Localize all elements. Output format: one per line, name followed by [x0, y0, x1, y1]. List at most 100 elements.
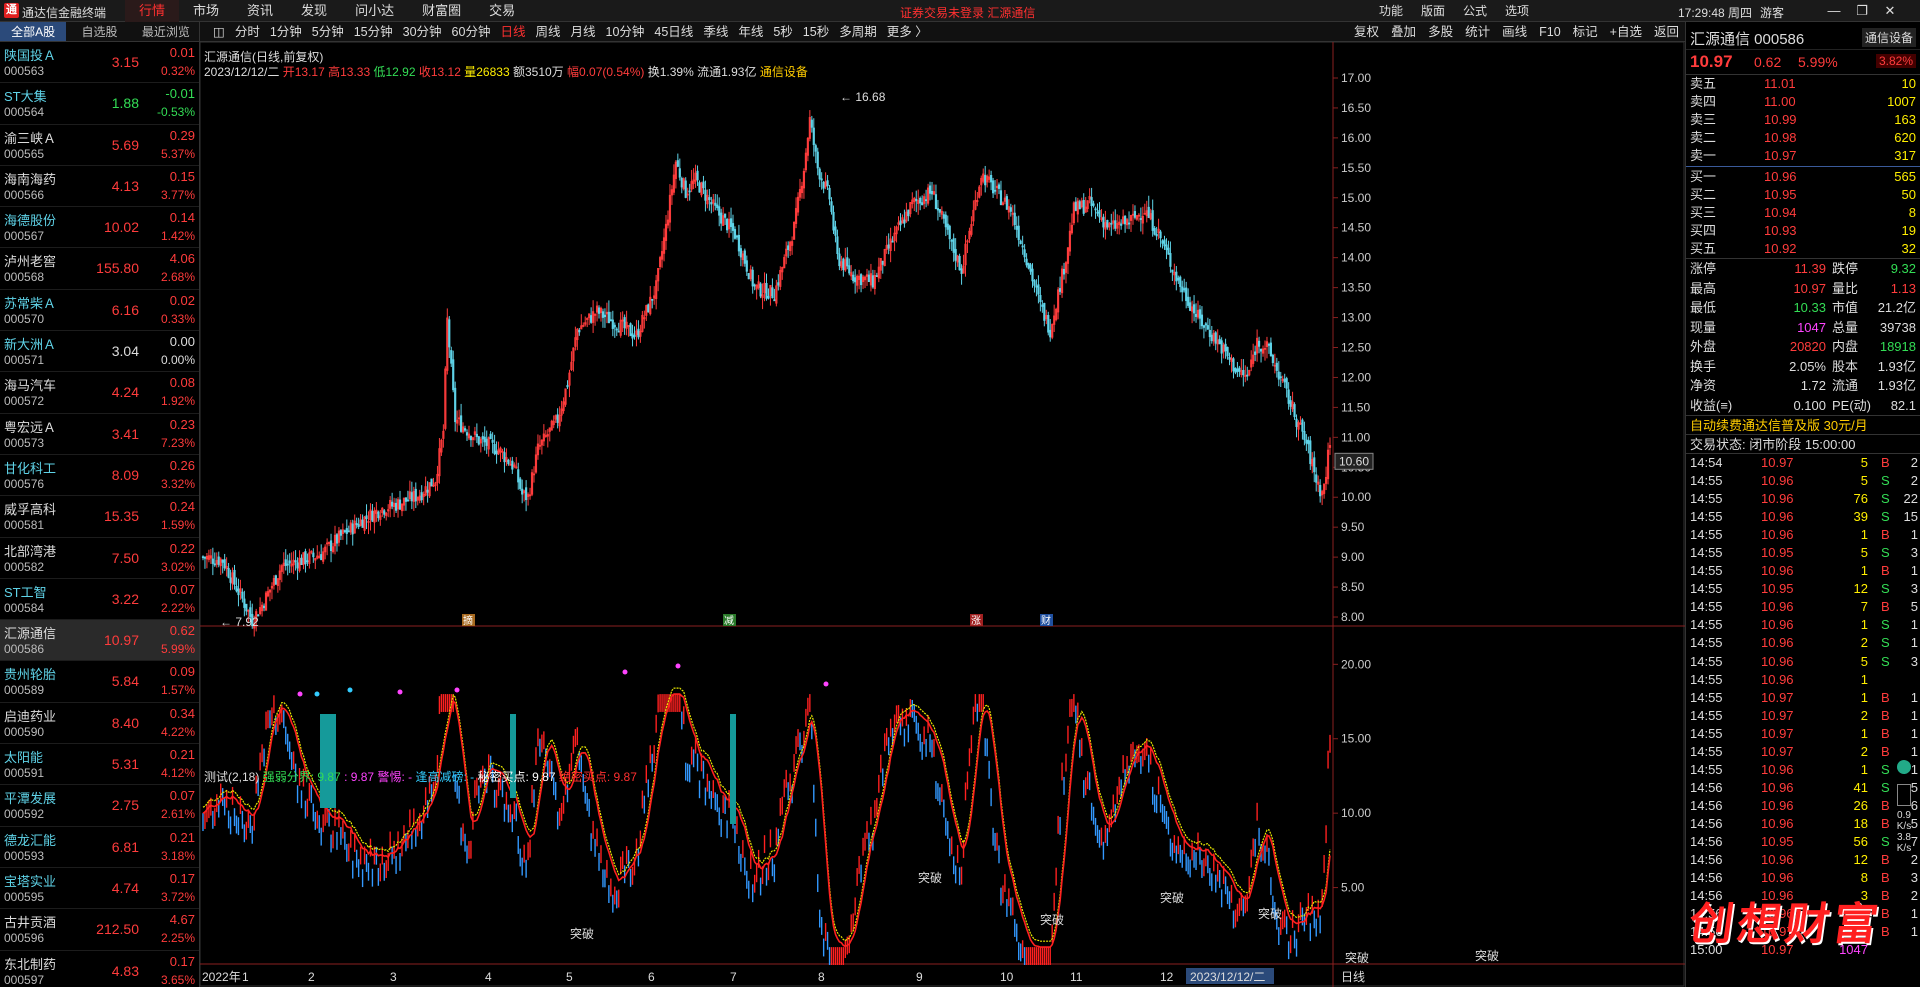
- period-tab[interactable]: 30分钟: [398, 22, 447, 42]
- chart-tool[interactable]: F10: [1533, 22, 1567, 42]
- menu-item[interactable]: 发现: [287, 0, 341, 22]
- window-controls: — ❐ ✕: [1820, 0, 1904, 22]
- trade-count: 3: [1910, 870, 1918, 886]
- stock-row[interactable]: 北部湾港 000582 7.50 0.22 3.02%: [0, 538, 199, 579]
- menu-item[interactable]: 问小达: [341, 0, 408, 22]
- orderbook-row[interactable]: 卖二 10.98 620: [1686, 129, 1920, 147]
- period-tab[interactable]: 月线: [565, 22, 600, 42]
- right-menu-item[interactable]: 功能: [1370, 0, 1412, 22]
- period-tab[interactable]: 1分钟: [265, 22, 307, 42]
- right-menu-item[interactable]: 选项: [1496, 0, 1538, 22]
- period-tab[interactable]: 分时: [230, 22, 265, 42]
- stock-row[interactable]: 威孚高科 000581 15.35 0.24 1.59%: [0, 496, 199, 538]
- orderbook-row[interactable]: 买五 10.92 32: [1686, 240, 1920, 258]
- period-tab[interactable]: 更多 〉: [882, 22, 933, 42]
- orderbook-row[interactable]: 卖五 11.01 10: [1686, 75, 1920, 93]
- orderbook-row[interactable]: 买三 10.94 8: [1686, 204, 1920, 222]
- quote-sector[interactable]: 通信设备: [1861, 28, 1916, 47]
- period-tab[interactable]: 5秒: [768, 22, 797, 42]
- orderbook-price: 11.01: [1764, 76, 1796, 91]
- orderbook-row[interactable]: 买一 10.96 565: [1686, 168, 1920, 186]
- stock-row[interactable]: ST工智 000584 3.22 0.07 2.22%: [0, 579, 199, 621]
- period-tab[interactable]: 10分钟: [601, 22, 650, 42]
- stat-value: 11.39: [1794, 261, 1826, 276]
- period-tab[interactable]: 15秒: [798, 22, 834, 42]
- chart-tool[interactable]: 复权: [1348, 22, 1385, 42]
- trade-price: 10.97: [1761, 707, 1794, 723]
- chart-tool[interactable]: +自选: [1604, 22, 1648, 42]
- stock-row[interactable]: 海马汽车 000572 4.24 0.08 1.92%: [0, 372, 199, 414]
- refresh-icon[interactable]: [1897, 760, 1911, 774]
- period-tab[interactable]: 日线: [495, 22, 530, 42]
- orderbook-row[interactable]: 卖一 10.97 317: [1686, 147, 1920, 165]
- kline-chart[interactable]: 17.00 16.50 16.00 15.50 15.00 14.50 14.00 13.50…: [200, 42, 1685, 987]
- app-logo-icon: 通: [4, 3, 19, 18]
- period-tab[interactable]: 45日线: [649, 22, 698, 42]
- right-menu-item[interactable]: 版面: [1412, 0, 1454, 22]
- stock-row[interactable]: ST大集 000564 1.88 -0.01 -0.53%: [0, 83, 199, 125]
- stock-row[interactable]: 泸州老窖 000568 155.80 4.06 2.68%: [0, 248, 199, 290]
- stock-row[interactable]: 古井贡酒 000596 212.50 4.67 2.25%: [0, 909, 199, 951]
- stock-row[interactable]: 平潭发展 000592 2.75 0.07 2.61%: [0, 785, 199, 827]
- chart-tool[interactable]: 统计: [1459, 22, 1496, 42]
- menu-item[interactable]: 财富圈: [408, 0, 475, 22]
- orderbook-row[interactable]: 买四 10.93 19: [1686, 222, 1920, 240]
- orderbook-row[interactable]: 卖三 10.99 163: [1686, 111, 1920, 129]
- menu-item[interactable]: 资讯: [233, 0, 287, 22]
- menu-item[interactable]: 市场: [179, 0, 233, 22]
- period-tab[interactable]: 多周期: [834, 22, 882, 42]
- stock-row[interactable]: 海德股份 000567 10.02 0.14 1.42%: [0, 207, 199, 249]
- orderbook-row[interactable]: 卖四 11.00 1007: [1686, 93, 1920, 111]
- stock-row[interactable]: 贵州轮胎 000589 5.84 0.09 1.57%: [0, 661, 199, 703]
- chart-tool[interactable]: 返回: [1648, 22, 1685, 42]
- indicator-bar: [686, 763, 689, 782]
- candle-body: [887, 244, 890, 249]
- stock-list-tab[interactable]: 自选股: [66, 22, 132, 41]
- menu-item[interactable]: 行情: [125, 0, 180, 22]
- stock-list-tab[interactable]: 全部A股: [0, 22, 67, 41]
- stock-row[interactable]: 汇源通信 000586 10.97 0.62 5.99%: [0, 620, 199, 662]
- stock-row[interactable]: 新大洲Ａ 000571 3.04 0.00 0.00%: [0, 331, 199, 373]
- stock-row[interactable]: 太阳能 000591 5.31 0.21 4.12%: [0, 744, 199, 786]
- candle-body: [1165, 244, 1168, 251]
- login-notice[interactable]: 证券交易未登录 汇源通信: [900, 4, 1035, 21]
- panel-toggle-icon[interactable]: ◫: [208, 22, 230, 42]
- close-icon[interactable]: ✕: [1876, 0, 1904, 22]
- user-label[interactable]: 游客: [1760, 4, 1784, 21]
- orderbook-row[interactable]: 买二 10.95 50: [1686, 186, 1920, 204]
- stock-row[interactable]: 启迪药业 000590 8.40 0.34 4.22%: [0, 703, 199, 745]
- period-tab[interactable]: 15分钟: [349, 22, 398, 42]
- period-tab[interactable]: 5分钟: [307, 22, 349, 42]
- menu-item[interactable]: 交易: [475, 0, 529, 22]
- chart-svg[interactable]: 17.0016.5016.0015.5015.0014.5014.0013.50…: [200, 42, 1685, 987]
- indicator-bar: [612, 894, 614, 913]
- stock-row[interactable]: 粤宏远Ａ 000573 3.41 0.23 7.23%: [0, 414, 199, 455]
- stock-row[interactable]: 甘化科工 000576 8.09 0.26 3.32%: [0, 455, 199, 497]
- stock-row[interactable]: 东北制药 000597 4.83 0.17 3.65%: [0, 951, 199, 987]
- chart-tool[interactable]: 画线: [1496, 22, 1533, 42]
- indicator-bar: [809, 694, 811, 712]
- stock-row[interactable]: 渝三峡Ａ 000565 5.69 0.29 5.37%: [0, 125, 199, 166]
- period-tab[interactable]: 60分钟: [447, 22, 496, 42]
- chart-tool[interactable]: 多股: [1422, 22, 1459, 42]
- info-sector[interactable]: 通信设备: [760, 65, 808, 79]
- right-menu-item[interactable]: 公式: [1454, 0, 1496, 22]
- stock-row[interactable]: 宝塔实业 000595 4.74 0.17 3.72%: [0, 868, 199, 910]
- period-tab[interactable]: 年线: [733, 22, 768, 42]
- period-tab[interactable]: 周线: [530, 22, 565, 42]
- chart-tool[interactable]: 叠加: [1385, 22, 1422, 42]
- chart-tool[interactable]: 标记: [1567, 22, 1604, 42]
- stock-row[interactable]: 德龙汇能 000593 6.81 0.21 3.18%: [0, 827, 199, 868]
- indicator-name[interactable]: 测试(2,18): [204, 770, 259, 784]
- trade-count: 1: [1910, 725, 1918, 741]
- stock-row[interactable]: 苏常柴Ａ 000570 6.16 0.02 0.33%: [0, 290, 199, 332]
- ad-banner[interactable]: 自动续费通达信普及版 30元/月: [1686, 415, 1920, 434]
- stock-list-tab[interactable]: 最近浏览: [133, 22, 199, 41]
- candle-body: [1074, 201, 1077, 211]
- stock-row[interactable]: 海南海药 000566 4.13 0.15 3.77%: [0, 166, 199, 208]
- restore-icon[interactable]: ❐: [1848, 0, 1876, 22]
- trade-count: 2: [1910, 473, 1918, 489]
- minimize-icon[interactable]: —: [1820, 0, 1848, 22]
- period-tab[interactable]: 季线: [698, 22, 733, 42]
- stock-row[interactable]: 陕国投Ａ 000563 3.15 0.01 0.32%: [0, 42, 199, 84]
